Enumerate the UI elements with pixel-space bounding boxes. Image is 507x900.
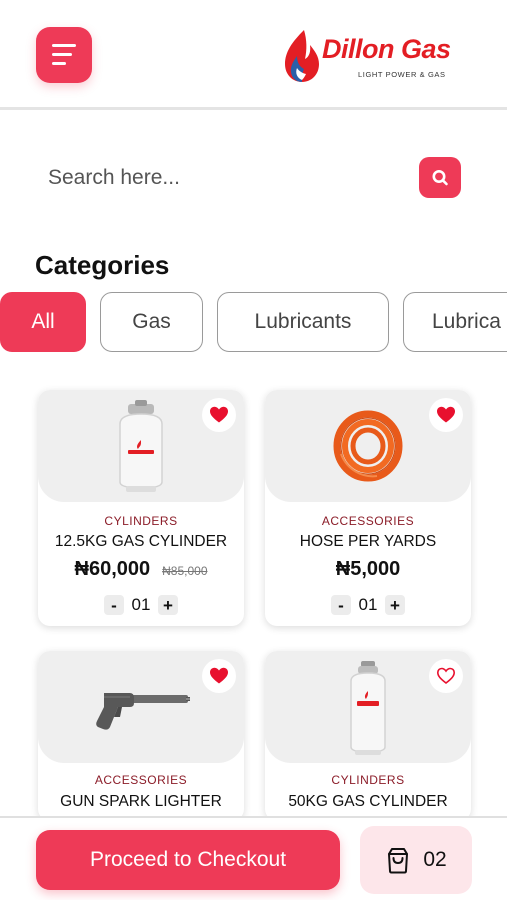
category-chip-lubricants-2[interactable]: Lubrica	[403, 292, 507, 352]
quantity-stepper: - 01 +	[38, 594, 244, 616]
category-chip-lubricants[interactable]: Lubricants	[217, 292, 389, 352]
increase-quantity-button[interactable]: +	[385, 595, 405, 615]
proceed-to-checkout-button[interactable]: Proceed to Checkout	[36, 830, 340, 890]
category-chip-gas[interactable]: Gas	[100, 292, 203, 352]
logo-tagline: LIGHT POWER & GAS	[358, 70, 446, 79]
favorite-toggle[interactable]	[429, 398, 463, 432]
decrease-quantity-button[interactable]: -	[331, 595, 351, 615]
app-header: Dillon Gas LIGHT POWER & GAS	[0, 0, 507, 110]
product-price-row: ₦5,000	[265, 558, 471, 581]
heart-outline-icon	[436, 667, 456, 685]
logo-wordmark: Dillon Gas	[322, 34, 451, 64]
search-button[interactable]	[419, 157, 461, 198]
product-card[interactable]: CYLINDERS 50KG GAS CYLINDER	[265, 651, 471, 821]
heart-filled-icon	[210, 667, 228, 684]
search-input[interactable]: Search here...	[48, 166, 180, 190]
decrease-quantity-button[interactable]: -	[104, 595, 124, 615]
product-category-label: CYLINDERS	[104, 514, 178, 528]
favorite-toggle[interactable]	[202, 659, 236, 693]
cart-count: 02	[423, 848, 447, 871]
quantity-stepper: - 01 +	[265, 594, 471, 616]
checkout-footer: Proceed to Checkout 02	[0, 816, 507, 900]
flame-icon	[285, 30, 319, 82]
quantity-value: 01	[358, 595, 378, 614]
product-price: ₦60,000	[74, 558, 151, 580]
cart-button[interactable]: 02	[360, 826, 472, 894]
product-old-price: ₦85,000	[162, 564, 208, 578]
product-image-area	[265, 651, 471, 763]
product-image-area	[265, 390, 471, 502]
quantity-value: 01	[131, 595, 151, 614]
categories-heading: Categories	[35, 250, 170, 280]
favorite-toggle[interactable]	[202, 398, 236, 432]
increase-quantity-button[interactable]: +	[158, 595, 178, 615]
product-card[interactable]: ACCESSORIES HOSE PER YARDS ₦5,000 - 01 +	[265, 390, 471, 626]
product-name: 12.5KG GAS CYLINDER	[54, 533, 228, 550]
product-card[interactable]: ACCESSORIES GUN SPARK LIGHTER	[38, 651, 244, 821]
favorite-toggle[interactable]	[429, 659, 463, 693]
product-category-label: ACCESSORIES	[94, 773, 188, 787]
search-icon	[432, 170, 448, 186]
category-chip-row: All Gas Lubricants Lubrica	[0, 292, 507, 354]
product-category-label: ACCESSORIES	[321, 514, 415, 528]
search-bar[interactable]: Search here...	[30, 150, 478, 206]
product-name: 50KG GAS CYLINDER	[288, 793, 448, 810]
product-category-label: CYLINDERS	[331, 773, 405, 787]
product-image-area	[38, 390, 244, 502]
product-card[interactable]: CYLINDERS 12.5KG GAS CYLINDER ₦60,000 ₦85…	[38, 390, 244, 626]
shopping-bag-icon	[388, 848, 409, 874]
dillon-gas-logo: Dillon Gas LIGHT POWER & GAS	[282, 26, 477, 86]
product-price-row: ₦60,000 ₦85,000	[38, 558, 244, 581]
heart-filled-icon	[210, 406, 228, 423]
category-chip-all[interactable]: All	[0, 292, 86, 352]
product-image-area	[38, 651, 244, 763]
hamburger-menu-icon[interactable]	[36, 27, 92, 83]
product-name: HOSE PER YARDS	[299, 533, 437, 550]
product-price: ₦5,000	[335, 558, 401, 580]
product-name: GUN SPARK LIGHTER	[60, 793, 222, 810]
heart-filled-icon	[437, 406, 455, 423]
